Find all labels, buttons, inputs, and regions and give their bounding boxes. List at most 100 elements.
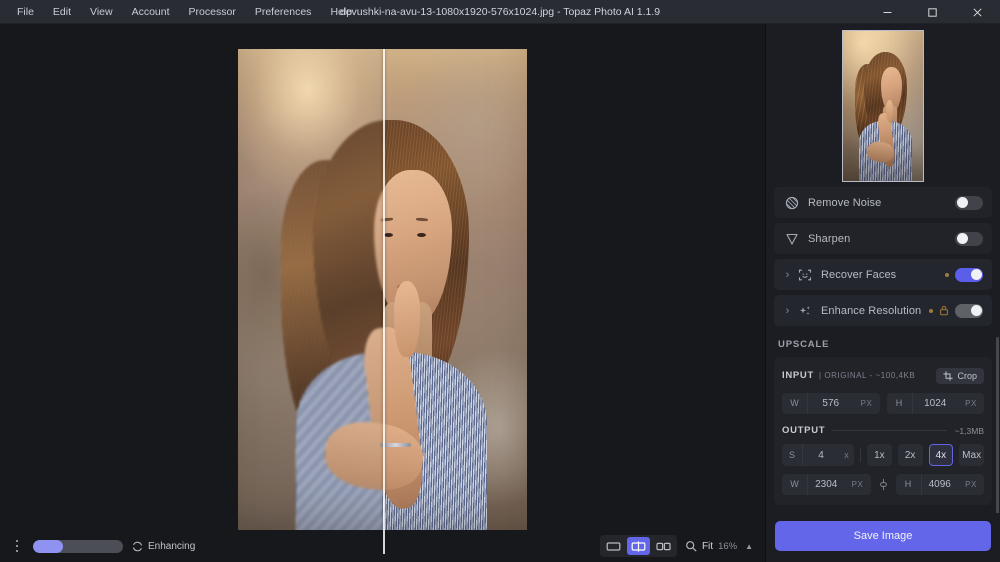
output-height-unit: PX bbox=[965, 480, 977, 489]
scale-preset-4x[interactable]: 4x bbox=[928, 444, 954, 466]
input-height-unit: PX bbox=[965, 399, 977, 408]
input-height-key: H bbox=[887, 393, 913, 414]
toggle-sharpen[interactable] bbox=[955, 231, 983, 246]
menu-item-file[interactable]: File bbox=[8, 3, 43, 21]
scale-key: S bbox=[782, 444, 803, 466]
output-dimensions-row: W 2304 PX H 4096 PX bbox=[782, 474, 984, 495]
upscale-card: INPUT | ORIGINAL - ~100,4KB Crop W 576 P… bbox=[774, 357, 992, 505]
chevron-up-icon[interactable]: ▲ bbox=[745, 542, 753, 551]
thumbnail-area bbox=[766, 24, 1000, 187]
save-image-button[interactable]: Save Image bbox=[775, 521, 991, 551]
filter-label-remove-noise: Remove Noise bbox=[808, 196, 882, 209]
upscale-section-label: UPSCALE bbox=[778, 339, 830, 350]
view-controls: Fit 16% ▲ bbox=[599, 530, 765, 562]
chevron-right-icon-enhance-resolution[interactable]: › bbox=[782, 305, 793, 317]
input-width-value: 576 bbox=[822, 398, 840, 409]
filter-row-remove-noise[interactable]: Remove Noise bbox=[774, 187, 992, 218]
menu-item-edit[interactable]: Edit bbox=[44, 3, 80, 21]
split-comparison-handle[interactable] bbox=[383, 49, 385, 554]
right-panel: Remove Noise Sharpen › Recover Faces › E… bbox=[765, 24, 1000, 562]
output-size: ~1,3MB bbox=[954, 425, 984, 436]
input-meta: | ORIGINAL - ~100,4KB bbox=[819, 371, 916, 380]
crop-button-label: Crop bbox=[957, 370, 977, 381]
menu-item-processor[interactable]: Processor bbox=[180, 3, 245, 21]
input-header: INPUT | ORIGINAL - ~100,4KB Crop bbox=[782, 366, 984, 385]
two-pane-icon[interactable] bbox=[652, 537, 675, 555]
split-pane-icon[interactable] bbox=[626, 537, 650, 555]
output-label: OUTPUT bbox=[782, 425, 826, 436]
filter-row-recover-faces[interactable]: › Recover Faces bbox=[774, 259, 992, 290]
input-height-field[interactable]: H 1024 PX bbox=[886, 393, 984, 414]
progress-bar bbox=[33, 539, 123, 553]
single-pane-icon[interactable] bbox=[602, 537, 625, 555]
menu-item-account[interactable]: Account bbox=[123, 3, 179, 21]
main-body: Remove Noise Sharpen › Recover Faces › E… bbox=[0, 24, 1000, 562]
toggle-remove-noise[interactable] bbox=[955, 195, 983, 210]
minimize-button[interactable] bbox=[865, 0, 910, 24]
scale-preset-2x[interactable]: 2x bbox=[897, 444, 923, 466]
output-divider bbox=[832, 430, 948, 431]
crop-button[interactable]: Crop bbox=[936, 367, 984, 384]
filter-row-enhance-resolution[interactable]: › Enhance Resolution bbox=[774, 295, 992, 326]
zoom-group[interactable]: Fit 16% ▲ bbox=[685, 540, 753, 552]
output-height-key: H bbox=[896, 474, 922, 495]
input-width-field[interactable]: W 576 PX bbox=[782, 393, 880, 414]
title-bar: File Edit View Account Processor Prefere… bbox=[0, 0, 1000, 24]
sparkles-icon bbox=[795, 304, 814, 318]
zoom-fit-label: Fit bbox=[701, 540, 714, 552]
progress-fill bbox=[33, 539, 63, 553]
output-header: OUTPUT ~1,3MB bbox=[782, 425, 984, 436]
modified-dot-icon-recover-faces bbox=[945, 272, 949, 277]
menu-bar: File Edit View Account Processor Prefere… bbox=[0, 3, 361, 21]
thumb-vignette bbox=[843, 31, 923, 181]
original-side-overlay bbox=[238, 49, 383, 554]
panel-footer: Save Image bbox=[766, 513, 1000, 562]
scale-preset-1x[interactable]: 1x bbox=[867, 444, 892, 466]
filter-controls-remove-noise bbox=[955, 195, 983, 210]
sharpen-funnel-icon bbox=[782, 232, 801, 246]
magnifier-icon bbox=[685, 540, 697, 552]
filter-controls-enhance-resolution bbox=[929, 303, 983, 318]
toggle-enhance-resolution[interactable] bbox=[955, 303, 983, 318]
panel-scroll-area: Remove Noise Sharpen › Recover Faces › E… bbox=[766, 187, 1000, 513]
scale-preset-max[interactable]: Max bbox=[959, 444, 984, 466]
lock-icon[interactable] bbox=[939, 305, 949, 316]
input-width-unit: PX bbox=[860, 399, 873, 408]
link-icon[interactable] bbox=[878, 478, 889, 491]
scale-value: 4 bbox=[818, 449, 824, 461]
maximize-button[interactable] bbox=[910, 0, 955, 24]
more-vertical-icon[interactable] bbox=[10, 536, 24, 556]
scale-row: S 4 x 1x 2x 4x Max bbox=[782, 444, 984, 466]
output-width-field[interactable]: W 2304 PX bbox=[782, 474, 871, 495]
toggle-recover-faces[interactable] bbox=[955, 267, 983, 282]
input-dimensions-row: W 576 PX H 1024 PX bbox=[782, 393, 984, 414]
panel-scrollbar[interactable] bbox=[996, 337, 999, 513]
close-button[interactable] bbox=[955, 0, 1000, 24]
scale-unit: x bbox=[844, 450, 849, 460]
output-width-value: 2304 bbox=[815, 479, 838, 490]
output-height-value: 4096 bbox=[928, 479, 951, 490]
menu-item-help[interactable]: Help bbox=[321, 3, 361, 21]
view-mode-group bbox=[599, 535, 677, 557]
output-width-unit: PX bbox=[851, 480, 864, 489]
chevron-right-icon-recover-faces[interactable]: › bbox=[782, 269, 793, 281]
menu-item-preferences[interactable]: Preferences bbox=[246, 3, 321, 21]
image-thumbnail[interactable] bbox=[842, 29, 924, 182]
filter-controls-sharpen bbox=[955, 231, 983, 246]
scale-field[interactable]: S 4 x bbox=[782, 444, 854, 466]
face-frame-icon bbox=[795, 268, 814, 282]
preview-image[interactable] bbox=[238, 49, 527, 554]
topaz-photo-ai-window: File Edit View Account Processor Prefere… bbox=[0, 0, 1000, 562]
image-canvas[interactable] bbox=[0, 24, 765, 562]
filter-controls-recover-faces bbox=[945, 267, 983, 282]
window-controls bbox=[865, 0, 1000, 23]
filter-row-sharpen[interactable]: Sharpen bbox=[774, 223, 992, 254]
input-width-key: W bbox=[782, 393, 808, 414]
filter-label-recover-faces: Recover Faces bbox=[821, 268, 897, 281]
filter-label-sharpen: Sharpen bbox=[808, 232, 851, 245]
output-height-field[interactable]: H 4096 PX bbox=[895, 474, 984, 495]
filter-label-enhance-resolution: Enhance Resolution bbox=[821, 304, 922, 317]
zoom-percent: 16% bbox=[718, 540, 738, 552]
modified-dot-icon-enhance-resolution bbox=[929, 308, 933, 313]
menu-item-view[interactable]: View bbox=[81, 3, 122, 21]
